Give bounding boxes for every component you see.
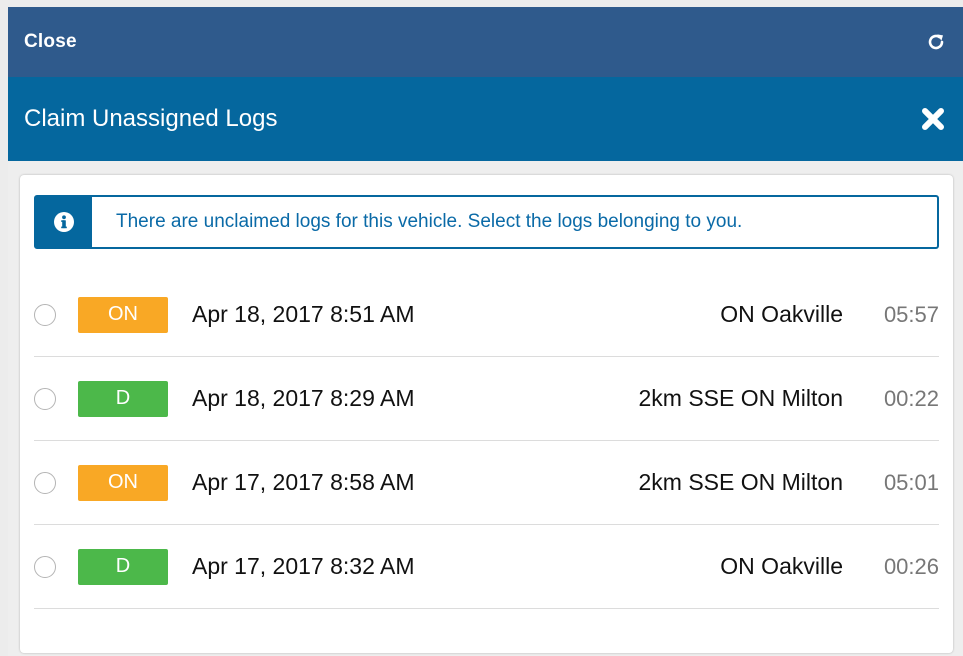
log-select-radio[interactable]: [34, 303, 56, 326]
log-select-radio[interactable]: [34, 471, 56, 494]
log-location: 2km SSE ON Milton: [638, 385, 844, 411]
info-message: There are unclaimed logs for this vehicl…: [116, 211, 743, 232]
log-date: Apr 17, 2017 8:58 AM: [192, 469, 415, 495]
log-duration: 00:26: [883, 553, 939, 579]
log-location: 2km SSE ON Milton: [638, 469, 844, 495]
status-badge: ON: [78, 464, 168, 501]
refresh-icon[interactable]: [925, 31, 947, 53]
info-alert: There are unclaimed logs for this vehicl…: [34, 195, 939, 249]
log-row[interactable]: D Apr 17, 2017 8:32 AM ON Oakville 00:26: [34, 525, 939, 609]
log-row[interactable]: ON Apr 18, 2017 8:51 AM ON Oakville 05:5…: [34, 273, 939, 357]
close-x-icon[interactable]: [919, 105, 947, 133]
status-badge: ON: [78, 296, 168, 333]
log-date: Apr 18, 2017 8:29 AM: [192, 385, 415, 411]
log-duration: 00:22: [883, 385, 939, 411]
log-location: ON Oakville: [720, 301, 843, 327]
log-duration: 05:01: [883, 469, 939, 495]
log-duration: 05:57: [883, 301, 939, 327]
log-select-radio[interactable]: [34, 387, 56, 410]
logs-panel: There are unclaimed logs for this vehicl…: [20, 175, 953, 653]
dialog-title: Claim Unassigned Logs: [24, 105, 278, 132]
status-badge: D: [78, 548, 168, 585]
dialog-header: Claim Unassigned Logs: [8, 77, 963, 161]
log-date: Apr 17, 2017 8:32 AM: [192, 553, 415, 579]
log-row[interactable]: D Apr 18, 2017 8:29 AM 2km SSE ON Milton…: [34, 357, 939, 441]
log-date: Apr 18, 2017 8:51 AM: [192, 301, 415, 327]
log-row[interactable]: ON Apr 17, 2017 8:58 AM 2km SSE ON Milto…: [34, 441, 939, 525]
log-list: ON Apr 18, 2017 8:51 AM ON Oakville 05:5…: [34, 273, 939, 609]
log-select-radio[interactable]: [34, 555, 56, 578]
info-icon: [36, 197, 92, 247]
app-frame: Close Claim Unassigned Logs There are un…: [8, 7, 963, 656]
status-badge: D: [78, 380, 168, 417]
top-bar: Close: [8, 7, 963, 77]
log-location: ON Oakville: [720, 553, 843, 579]
close-button[interactable]: Close: [24, 31, 77, 53]
